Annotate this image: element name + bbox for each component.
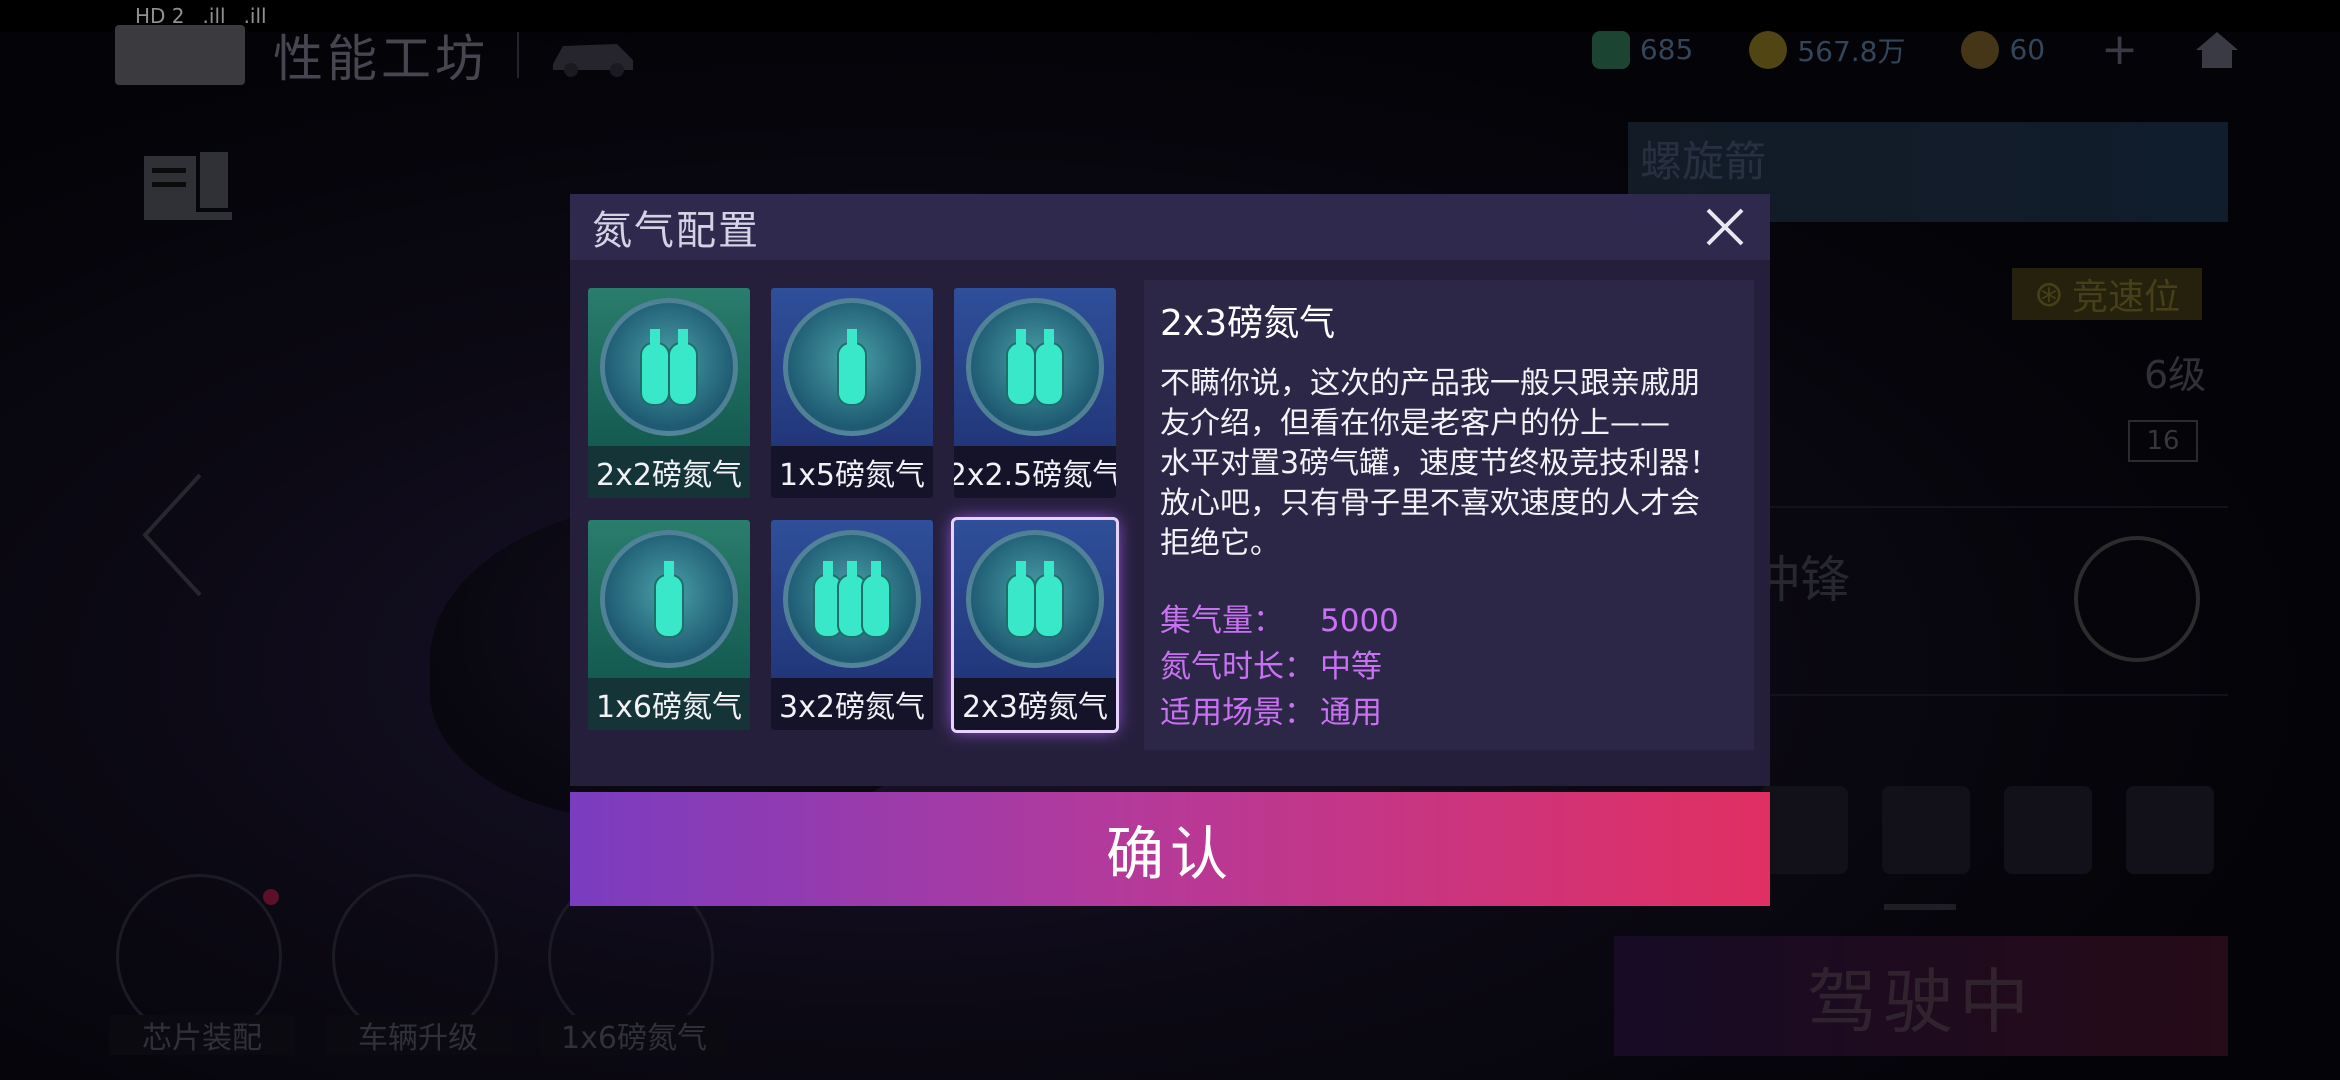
dialog-header: 氮气配置	[570, 194, 1770, 260]
nitro-tile-label: 1x6磅氮气	[588, 678, 750, 730]
nitro-grid: 2x2磅氮气 1x5磅氮气 2x2.5磅氮气 1x6磅氮气 3x2磅氮气 2x3…	[588, 288, 1126, 736]
nitro-tile-label: 1x5磅氮气	[771, 446, 933, 498]
confirm-button[interactable]: 确认	[570, 792, 1770, 906]
dialog-title: 氮气配置	[592, 208, 760, 254]
nitro-detail-panel: 2x3磅氮气 不瞒你说，这次的产品我一般只跟亲戚朋 友介绍，但看在你是老客户的份…	[1144, 280, 1754, 750]
nitro-tile-label: 2x2磅氮气	[588, 446, 750, 498]
nitro-tile[interactable]: 1x6磅氮气	[588, 520, 750, 730]
nitro-tile[interactable]: 2x3磅氮气	[951, 517, 1119, 733]
nitro-tile-label: 2x3磅氮气	[954, 678, 1116, 730]
nitro-tile[interactable]: 2x2.5磅氮气	[954, 288, 1116, 498]
nitro-tile[interactable]: 2x2磅氮气	[588, 288, 750, 498]
nitro-config-dialog: 氮气配置 2x2磅氮气 1x5磅氮气 2x2.5磅氮气 1x6磅氮气 3x2磅氮…	[570, 194, 1770, 906]
nitro-tile[interactable]: 1x5磅氮气	[771, 288, 933, 498]
close-icon[interactable]	[1702, 204, 1748, 250]
nitro-tank-icon	[966, 530, 1104, 668]
nitro-tank-icon	[600, 530, 738, 668]
stat-capacity: 集气量： 5000	[1160, 603, 1399, 639]
stat-duration: 氮气时长： 中等	[1160, 649, 1382, 685]
nitro-tile[interactable]: 3x2磅氮气	[771, 520, 933, 730]
stat-scenario: 适用场景： 通用	[1160, 695, 1382, 731]
nitro-tile-label: 2x2.5磅氮气	[954, 446, 1116, 498]
nitro-tank-icon	[600, 298, 738, 436]
nitro-name: 2x3磅氮气	[1160, 303, 1336, 344]
nitro-stats: 集气量： 5000 氮气时长： 中等 适用场景： 通用	[1160, 598, 1738, 736]
nitro-tank-icon	[783, 298, 921, 436]
dialog-body: 2x2磅氮气 1x5磅氮气 2x2.5磅氮气 1x6磅氮气 3x2磅氮气 2x3…	[570, 260, 1770, 786]
nitro-description: 不瞒你说，这次的产品我一般只跟亲戚朋 友介绍，但看在你是老客户的份上—— 水平对…	[1160, 366, 1720, 561]
nitro-tile-label: 3x2磅氮气	[771, 678, 933, 730]
nitro-tank-icon	[783, 530, 921, 668]
nitro-tank-icon	[966, 298, 1104, 436]
